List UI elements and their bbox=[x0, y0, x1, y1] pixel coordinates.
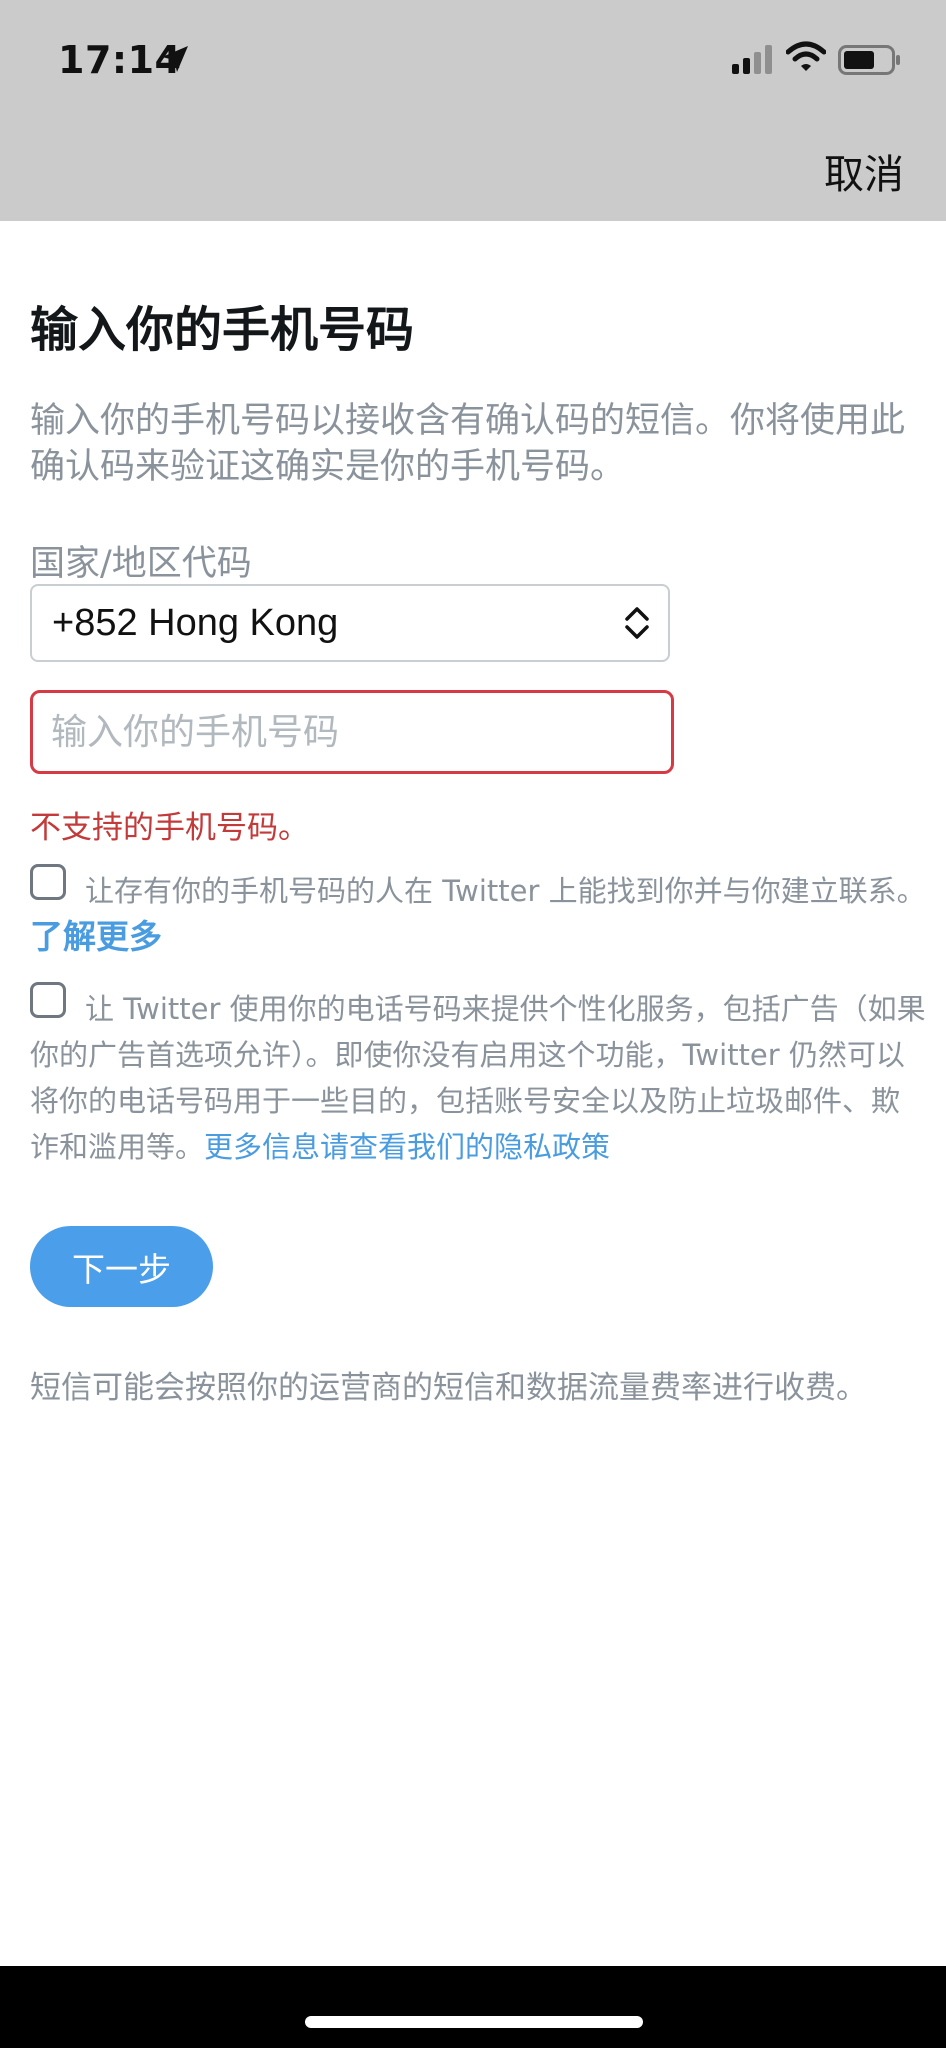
battery-icon bbox=[838, 44, 902, 80]
location-arrow-icon bbox=[160, 44, 190, 78]
discoverability-text: 让存有你的手机号码的人在 Twitter 上能找到你并与你建立联系。 bbox=[85, 874, 926, 908]
personalization-text: 让 Twitter 使用你的电话号码来提供个性化服务，包括广告（如果你的广告首选… bbox=[30, 986, 926, 1170]
description-text: 输入你的手机号码以接收含有确认码的短信。你将使用此确认码来验证这确实是你的手机号… bbox=[30, 401, 906, 487]
privacy-policy-link[interactable]: 更多信息请查看我们的隐私政策 bbox=[204, 1130, 610, 1164]
top-bar: 17:14 取消 bbox=[0, 0, 946, 221]
error-message: 不支持的手机号码。 bbox=[30, 810, 309, 846]
country-code-select[interactable]: +852 Hong Kong bbox=[30, 584, 670, 662]
phone-field bbox=[30, 690, 674, 774]
home-indicator[interactable] bbox=[305, 2016, 643, 2028]
wifi-icon bbox=[785, 40, 827, 78]
learn-more-link[interactable]: 了解更多 bbox=[30, 910, 162, 958]
cellular-signal-icon bbox=[732, 44, 776, 78]
phone-input[interactable] bbox=[33, 693, 671, 771]
chevron-up-down-icon bbox=[624, 606, 650, 644]
country-code-label: 国家/地区代码 bbox=[30, 544, 252, 584]
country-code-value: +852 Hong Kong bbox=[52, 602, 339, 644]
next-button[interactable]: 下一步 bbox=[30, 1226, 213, 1307]
sms-fee-note: 短信可能会按照你的运营商的短信和数据流量费率进行收费。 bbox=[30, 1370, 867, 1406]
cancel-button[interactable]: 取消 bbox=[824, 142, 904, 200]
page-title: 输入你的手机号码 bbox=[30, 302, 415, 358]
home-bar bbox=[0, 1966, 946, 2048]
